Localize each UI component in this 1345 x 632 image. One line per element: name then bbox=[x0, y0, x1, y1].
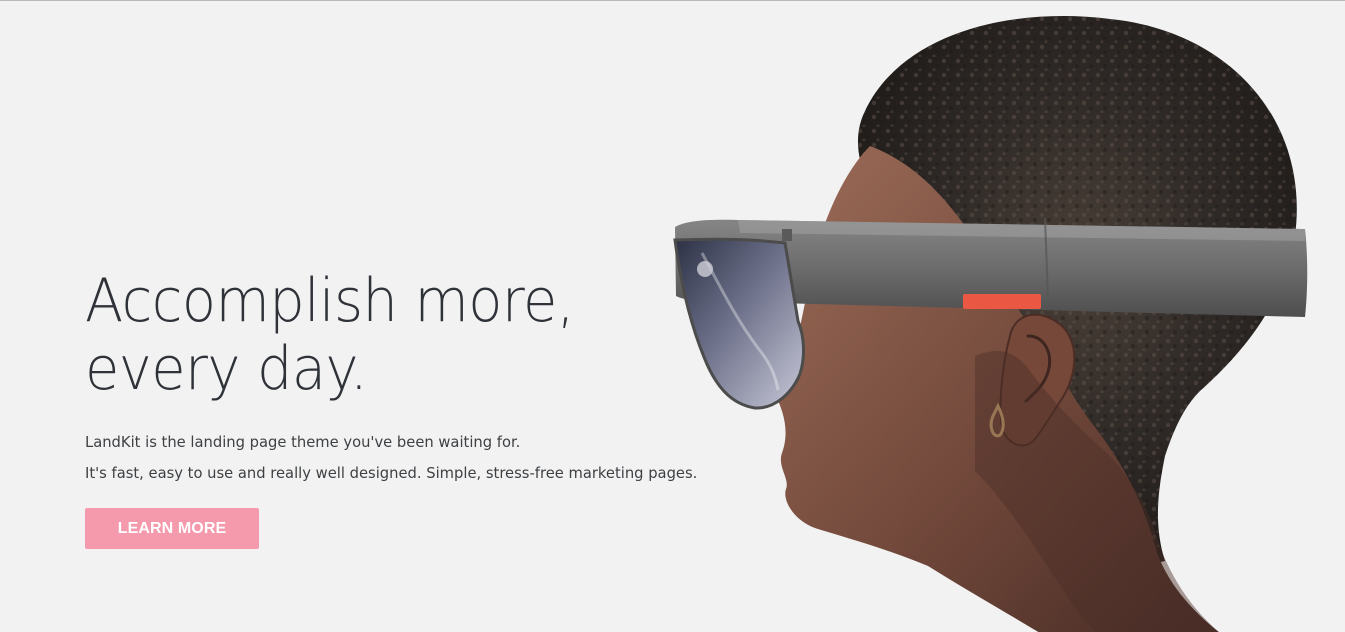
hero-headline: Accomplish more, every day. bbox=[85, 267, 680, 403]
visor-sensor-icon bbox=[697, 261, 713, 277]
learn-more-button[interactable]: LEARN MORE bbox=[85, 508, 259, 549]
hero-image bbox=[673, 16, 1308, 632]
hero-description-line-1: LandKit is the landing page theme you've… bbox=[85, 433, 521, 451]
headset-vent-icon bbox=[782, 229, 792, 241]
landing-page: Accomplish more, every day. LandKit is t… bbox=[0, 0, 1345, 632]
hero-headline-line-1: Accomplish more, bbox=[85, 266, 575, 336]
hero-headline-line-2: every day. bbox=[85, 334, 368, 404]
headset-visor bbox=[673, 237, 805, 410]
hero-description-line-2: It's fast, easy to use and really well d… bbox=[85, 464, 698, 482]
hero-copy: Accomplish more, every day. LandKit is t… bbox=[85, 267, 725, 549]
headset-accent-button bbox=[963, 294, 1041, 309]
hero-description: LandKit is the landing page theme you've… bbox=[85, 427, 725, 489]
